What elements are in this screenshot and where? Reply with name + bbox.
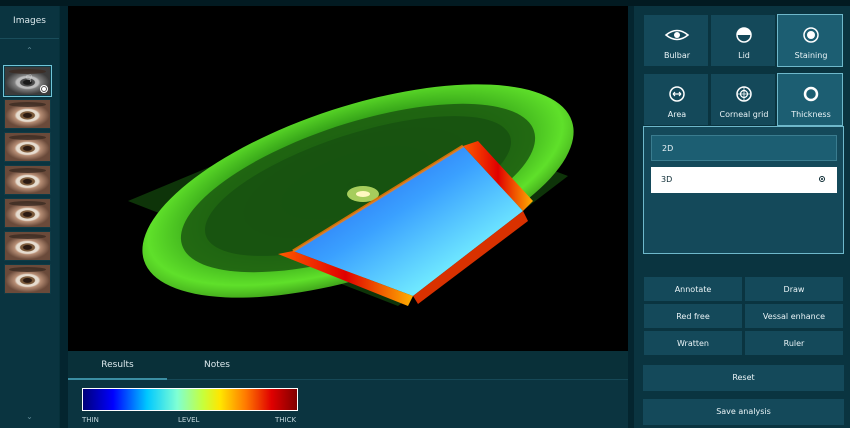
half-circle-icon <box>736 27 752 43</box>
thumbnail-brow <box>9 102 46 107</box>
reset-button[interactable]: Reset <box>643 365 844 391</box>
ring-icon <box>803 86 819 102</box>
horizontal-arrows-circle-icon <box>669 86 685 102</box>
thumbnail-6[interactable] <box>4 231 51 261</box>
save-analysis-button[interactable]: Save analysis <box>643 399 844 425</box>
annotate-button[interactable]: Annotate <box>643 276 743 302</box>
wratten-button[interactable]: Wratten <box>643 330 743 356</box>
area-button[interactable]: Area <box>643 73 709 126</box>
eye-icon <box>664 29 690 41</box>
bulbar-button[interactable]: Bulbar <box>643 14 709 67</box>
staining-label: Staining <box>794 51 828 60</box>
results-tabs: Results Notes <box>68 351 628 380</box>
tab-notes[interactable]: Notes <box>167 351 267 379</box>
thickness-label: Thickness <box>791 110 831 119</box>
corneal-grid-button[interactable]: Corneal grid <box>710 73 776 126</box>
thickness-button[interactable]: Thickness <box>777 73 843 126</box>
thickness-colorbar <box>82 388 298 411</box>
lid-label: Lid <box>738 51 750 60</box>
radio-selected-icon <box>819 176 825 182</box>
mode-row-1: Bulbar Lid Staining <box>643 14 844 67</box>
image-sidebar: Images ⌃ ☟ ⌄ <box>0 6 60 428</box>
option-2d-label: 2D <box>662 144 674 153</box>
thumbnail-list: ☟ <box>3 65 52 297</box>
corneal-grid-label: Corneal grid <box>719 110 769 119</box>
image-viewer[interactable] <box>68 6 628 351</box>
thumbnail-7[interactable] <box>4 264 51 294</box>
colorbar-label-thick: THICK <box>275 416 297 424</box>
option-3d[interactable]: 3D <box>651 167 837 193</box>
thumbnail-brow <box>9 201 46 206</box>
bulbar-label: Bulbar <box>663 51 691 60</box>
selected-indicator-icon <box>40 85 48 93</box>
hand-cursor-icon: ☟ <box>26 74 33 85</box>
red-free-button[interactable]: Red free <box>643 303 743 329</box>
scroll-up-icon[interactable]: ⌃ <box>0 46 59 55</box>
thumbnail-3[interactable] <box>4 132 51 162</box>
thumbnail-brow <box>9 267 46 272</box>
thumbnail-brow <box>9 234 46 239</box>
thumbnail-brow <box>9 168 46 173</box>
vessal-enhance-button[interactable]: Vessal enhance <box>744 303 844 329</box>
colorbar-label-level: LEVEL <box>178 416 200 424</box>
results-panel: Results Notes THIN LEVEL THICK <box>68 351 628 428</box>
scroll-down-icon[interactable]: ⌄ <box>0 412 59 421</box>
analysis-panel: Bulbar Lid Staining Area Corneal grid Th… <box>634 6 850 428</box>
thumbnail-1[interactable]: ☟ <box>3 65 52 97</box>
target-dot-icon <box>803 27 819 43</box>
area-label: Area <box>667 110 687 119</box>
ruler-button[interactable]: Ruler <box>744 330 844 356</box>
tool-grid: Annotate Draw Red free Vessal enhance Wr… <box>643 276 844 357</box>
concentric-grid-icon <box>736 86 752 102</box>
option-3d-label: 3D <box>661 175 673 184</box>
colorbar-label-thin: THIN <box>82 416 99 424</box>
mode-row-2: Area Corneal grid Thickness <box>643 73 844 126</box>
sidebar-divider <box>0 38 59 39</box>
thumbnail-brow <box>9 135 46 140</box>
option-2d[interactable]: 2D <box>651 135 837 161</box>
view-options-box: 2D 3D <box>643 126 844 254</box>
tab-results[interactable]: Results <box>68 351 167 380</box>
lid-button[interactable]: Lid <box>710 14 776 67</box>
thumbnail-5[interactable] <box>4 198 51 228</box>
sidebar-title: Images <box>13 16 46 26</box>
staining-button[interactable]: Staining <box>777 14 843 67</box>
thickness-3d-render <box>128 84 574 306</box>
thumbnail-4[interactable] <box>4 165 51 195</box>
thumbnail-2[interactable] <box>4 99 51 129</box>
draw-button[interactable]: Draw <box>744 276 844 302</box>
